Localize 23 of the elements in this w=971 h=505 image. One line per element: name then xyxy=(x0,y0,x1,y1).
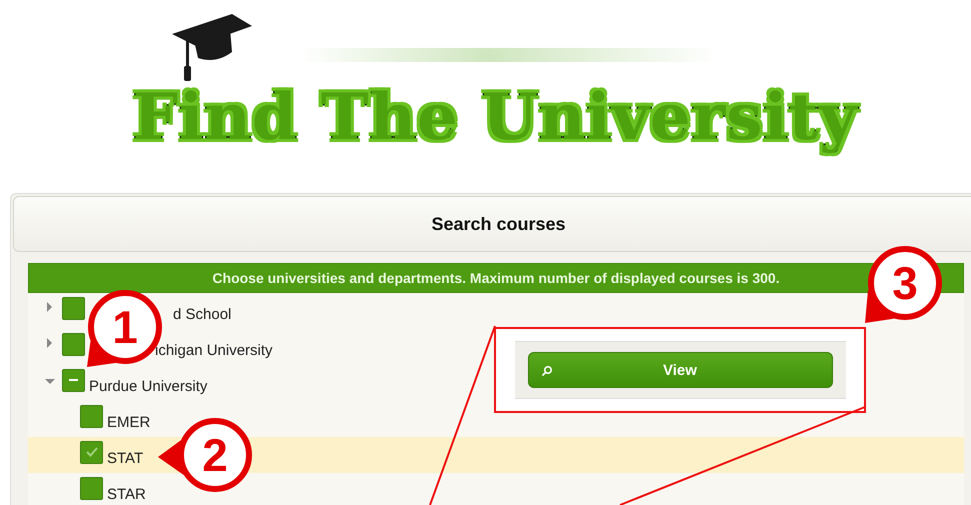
checkbox[interactable] xyxy=(80,440,103,464)
check-icon xyxy=(84,446,98,458)
checkbox[interactable] xyxy=(62,296,85,320)
expander-icon[interactable] xyxy=(47,338,52,348)
view-button[interactable]: View xyxy=(528,352,832,388)
panel-title: Search courses xyxy=(431,214,566,234)
checkbox[interactable] xyxy=(62,368,85,392)
checkbox[interactable] xyxy=(62,332,85,356)
tree-label: STAT xyxy=(107,450,144,466)
tree-label: STAR xyxy=(107,486,146,502)
checkbox[interactable] xyxy=(80,476,103,500)
logo-title: Find The University xyxy=(132,79,859,157)
tree-label: Purdue University xyxy=(89,378,208,394)
notice-text: Choose universities and departments. Maximum number of displayed courses is 300. xyxy=(212,270,780,286)
callout-marker: 3 xyxy=(865,246,942,323)
checkbox[interactable] xyxy=(80,404,103,428)
tree-label: EMER xyxy=(107,414,150,430)
tree-label: ichigan University xyxy=(155,342,273,358)
tree-label: d School xyxy=(173,306,232,322)
search-icon xyxy=(540,365,552,377)
expander-icon[interactable] xyxy=(45,379,55,384)
graduation-cap-icon xyxy=(172,14,254,82)
expander-icon[interactable] xyxy=(47,302,52,312)
